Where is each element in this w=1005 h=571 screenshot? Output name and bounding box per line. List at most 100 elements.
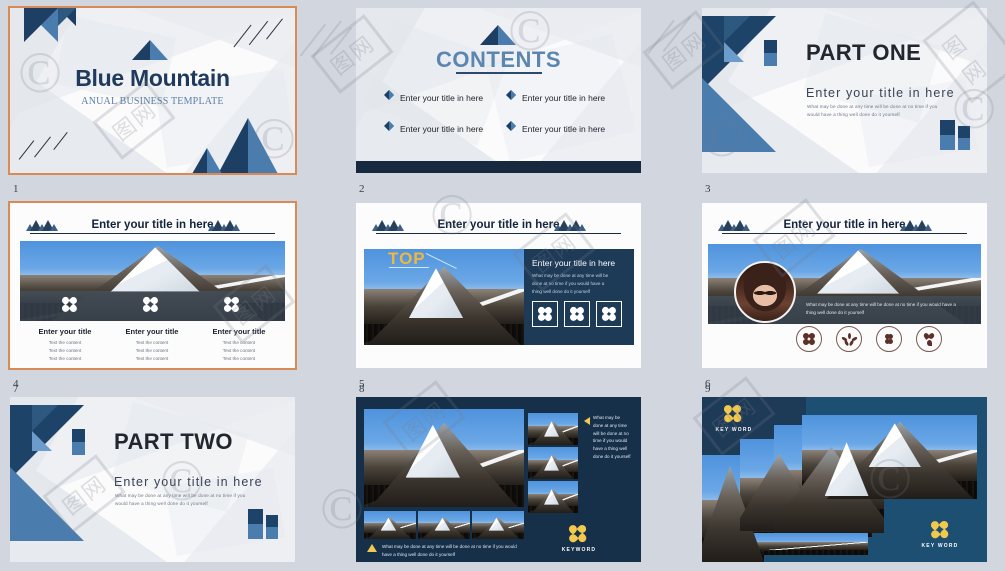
watermark-slash	[662, 16, 692, 52]
column-3-line-2: Text the content	[222, 348, 256, 354]
column-1-line-3: Text the content	[48, 356, 82, 362]
mountain-silhouette-left	[26, 220, 58, 231]
part-one-body: What may be done at any time will be don…	[807, 104, 938, 117]
slide-3-part-one[interactable]: PART ONE Enter your title in here What m…	[702, 8, 987, 173]
mountain-icon	[150, 40, 168, 60]
mountain-icon	[498, 25, 516, 45]
triangle-decor	[24, 8, 58, 42]
mountain-icon	[480, 25, 498, 45]
slide-1-title[interactable]: Blue Mountain ANUAL BUSINESS TEMPLATE	[8, 6, 297, 175]
slide-number-7: 7	[13, 383, 19, 395]
flower-icon-circle-2[interactable]	[836, 326, 862, 352]
mountain-silhouette-left	[372, 220, 404, 231]
mountain-decor	[207, 148, 222, 173]
column-2-line-3: Text the content	[135, 356, 169, 362]
panel-title: Enter your title in here	[532, 258, 616, 268]
header-rule	[722, 233, 967, 235]
mountain-thumb-2	[528, 447, 578, 479]
slide-2-contents[interactable]: CONTENTS Enter your title in here Enter …	[356, 8, 641, 173]
slide-4-three-column[interactable]: Enter your title in here Enter your titl…	[8, 201, 297, 370]
column-2: Enter your title Text the content Text t…	[111, 327, 193, 363]
clover-icon	[60, 295, 79, 314]
slide-9-keyword-top: KEY WORD	[715, 427, 753, 433]
clover-icon	[568, 305, 586, 323]
slide-5-top-callout[interactable]: Enter your title in here TOP Enter your …	[356, 203, 641, 368]
column-1: Enter your title Text the content Text t…	[24, 327, 106, 363]
clover-icon	[536, 305, 554, 323]
mountain-silhouette-right	[900, 220, 932, 231]
diamond-bullet-icon	[384, 90, 394, 100]
mountain-photo-main	[364, 409, 524, 507]
slide-9-photo-collage[interactable]: KEY WORD KEY WORD	[702, 397, 987, 562]
arrow-decor	[266, 527, 278, 539]
column-1-line-1: Text the content	[48, 340, 82, 345]
avatar	[734, 261, 796, 323]
slide-8-bottom-body: What may be done at any time will be don…	[382, 544, 517, 557]
column-3: Enter your title Text the content Text t…	[198, 327, 280, 363]
mountain-silhouette-right	[208, 220, 240, 231]
column-2-line-1: Text the content	[135, 340, 169, 345]
column-1-title: Enter your title	[38, 327, 92, 336]
callout-line	[389, 267, 429, 268]
watermark-slash	[312, 20, 342, 58]
diamond-bullet-icon	[506, 90, 516, 100]
arrow-decor	[248, 524, 263, 539]
mountain-silhouette-left	[718, 220, 750, 231]
contents-item-4[interactable]: Enter your title in here	[522, 124, 605, 134]
arrow-decor	[940, 135, 955, 150]
arrow-decor	[32, 431, 52, 451]
slide-6-body: What may be done at any time will be don…	[806, 302, 956, 315]
part-one-heading: PART ONE	[806, 40, 922, 65]
arrow-decor	[724, 16, 750, 42]
mountain-decor	[218, 118, 248, 173]
icon-box-3[interactable]	[596, 301, 622, 327]
mountain-thumb-5	[418, 511, 470, 539]
mountain-thumb-3	[528, 481, 578, 513]
slide-8-photo-gallery[interactable]: What may be done at any time will be don…	[356, 397, 641, 562]
flower-icon-circle-4[interactable]	[916, 326, 942, 352]
diamond-bullet-icon	[384, 121, 394, 131]
contents-item-1[interactable]: Enter your title in here	[400, 93, 483, 103]
icon-box-1[interactable]	[532, 301, 558, 327]
column-3-line-3: Text the content	[222, 356, 256, 362]
mountain-thumb-4	[364, 511, 416, 539]
clover-icon	[600, 305, 618, 323]
clover-icon	[567, 523, 589, 545]
slide-8-side-body: What may be done at any time will be don…	[593, 415, 631, 459]
slide-number-2: 2	[359, 183, 365, 195]
arrow-decor	[724, 42, 744, 62]
part-two-body: What may be done at any time will be don…	[115, 493, 246, 506]
mountain-silhouette-right	[554, 220, 586, 231]
mountain-thumb-6	[472, 511, 524, 539]
contents-item-2[interactable]: Enter your title in here	[522, 93, 605, 103]
clover-icon	[222, 295, 241, 314]
warning-triangle-icon	[367, 544, 377, 552]
arrow-decor	[10, 467, 84, 541]
contents-item-3[interactable]: Enter your title in here	[400, 124, 483, 134]
flower-icon-circle-3[interactable]	[876, 326, 902, 352]
info-panel: Enter your title in here What may be don…	[524, 249, 634, 345]
slide-6-portrait-profile[interactable]: Enter your title in here What may be don…	[702, 203, 987, 368]
flower-icon-circle-1[interactable]	[796, 326, 822, 352]
slide-number-9: 9	[705, 383, 711, 395]
slide-9-keyword-bottom: KEY WORD	[921, 543, 959, 549]
play-marker-icon	[584, 417, 590, 425]
watermark-slash	[299, 23, 327, 57]
petal-burst-icon	[840, 332, 858, 346]
header-rule	[376, 233, 621, 235]
slide-1-subtitle-text: ANUAL BUSINESS TEMPLATE	[81, 96, 224, 107]
arrow-decor	[32, 405, 58, 431]
clover-icon	[929, 519, 951, 541]
slide-number-8: 8	[359, 383, 365, 395]
mountain-icon	[132, 40, 150, 60]
slide-8-keyword: KEYWORD	[561, 547, 597, 553]
panel-body: What may be done at any time will be don…	[532, 273, 609, 294]
column-3-line-1: Text the content	[222, 340, 256, 345]
arrow-decor	[958, 138, 970, 150]
slide-7-part-two[interactable]: PART TWO Enter your title in here What m…	[10, 397, 295, 562]
clover-icon	[801, 331, 817, 347]
column-1-line-2: Text the content	[48, 348, 82, 354]
arrow-decor	[702, 78, 776, 152]
mountain-decor	[248, 118, 278, 173]
icon-box-2[interactable]	[564, 301, 590, 327]
